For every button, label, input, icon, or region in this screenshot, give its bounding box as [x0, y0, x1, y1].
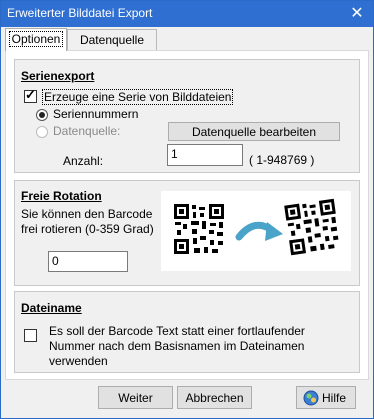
qr-code-rotated-icon	[283, 197, 342, 257]
help-button[interactable]: Hilfe	[296, 386, 356, 409]
create-series-label[interactable]: Erzeuge eine Serie von Bilddateien	[42, 89, 234, 105]
use-barcode-text-label-line3[interactable]: verwenden	[49, 354, 108, 368]
serial-numbers-radio[interactable]	[36, 109, 48, 121]
series-export-title: Serienexport	[21, 69, 95, 83]
filename-group: Dateiname Es soll der Barcode Text statt…	[14, 291, 360, 373]
filename-title: Dateiname	[21, 301, 82, 315]
cancel-button[interactable]: Abbrechen	[177, 386, 252, 409]
export-dialog: Erweiterter Bilddatei Export ✕ Optionen …	[0, 0, 374, 419]
window-title: Erweiterter Bilddatei Export	[7, 6, 153, 20]
title-bar: Erweiterter Bilddatei Export ✕	[1, 1, 373, 27]
rotation-description-line1: Sie können den Barcode	[21, 207, 153, 221]
count-label: Anzahl:	[63, 154, 104, 168]
count-input[interactable]: 1	[167, 144, 243, 166]
rotation-group: Freie Rotation Sie können den Barcode fr…	[14, 180, 360, 286]
use-barcode-text-label-line2[interactable]: Nummer nach dem Basisnamen im Dateinamen	[49, 339, 304, 353]
create-series-checkbox[interactable]: ✓	[24, 87, 37, 103]
count-range: ( 1-948769 )	[249, 153, 315, 167]
checkmark-icon: ✓	[25, 87, 36, 102]
datasource-radio[interactable]	[36, 126, 48, 138]
radio-selected-dot	[39, 112, 45, 118]
close-icon[interactable]: ✕	[347, 4, 367, 24]
serial-numbers-label[interactable]: Seriennummern	[53, 107, 138, 121]
tab-optionen[interactable]: Optionen	[5, 28, 67, 51]
use-barcode-text-label-line1[interactable]: Es soll der Barcode Text statt einer for…	[49, 324, 305, 338]
rotate-arrow-icon	[235, 221, 283, 241]
rotation-description-line2: frei rotieren (0-359 Grad)	[21, 222, 154, 236]
tab-datenquelle-label: Datenquelle	[79, 33, 145, 47]
tab-datenquelle[interactable]: Datenquelle	[67, 29, 157, 50]
help-button-label: Hilfe	[322, 391, 347, 405]
use-barcode-text-checkbox[interactable]	[24, 329, 37, 342]
rotation-input[interactable]: 0	[48, 251, 128, 272]
series-export-group: Serienexport ✓ Erzeuge eine Serie von Bi…	[14, 59, 360, 173]
qr-code-icon	[173, 203, 225, 255]
rotation-title: Freie Rotation	[21, 189, 102, 203]
help-icon	[303, 390, 319, 406]
rotation-preview-image	[161, 191, 351, 271]
options-panel: Serienexport ✓ Erzeuge eine Serie von Bi…	[5, 50, 369, 380]
qr-rotation-illustration	[173, 197, 342, 257]
tab-optionen-label: Optionen	[8, 31, 64, 47]
datasource-radio-label[interactable]: Datenquelle:	[53, 124, 120, 138]
edit-datasource-button[interactable]: Datenquelle bearbeiten	[168, 122, 340, 141]
next-button[interactable]: Weiter	[98, 386, 173, 409]
